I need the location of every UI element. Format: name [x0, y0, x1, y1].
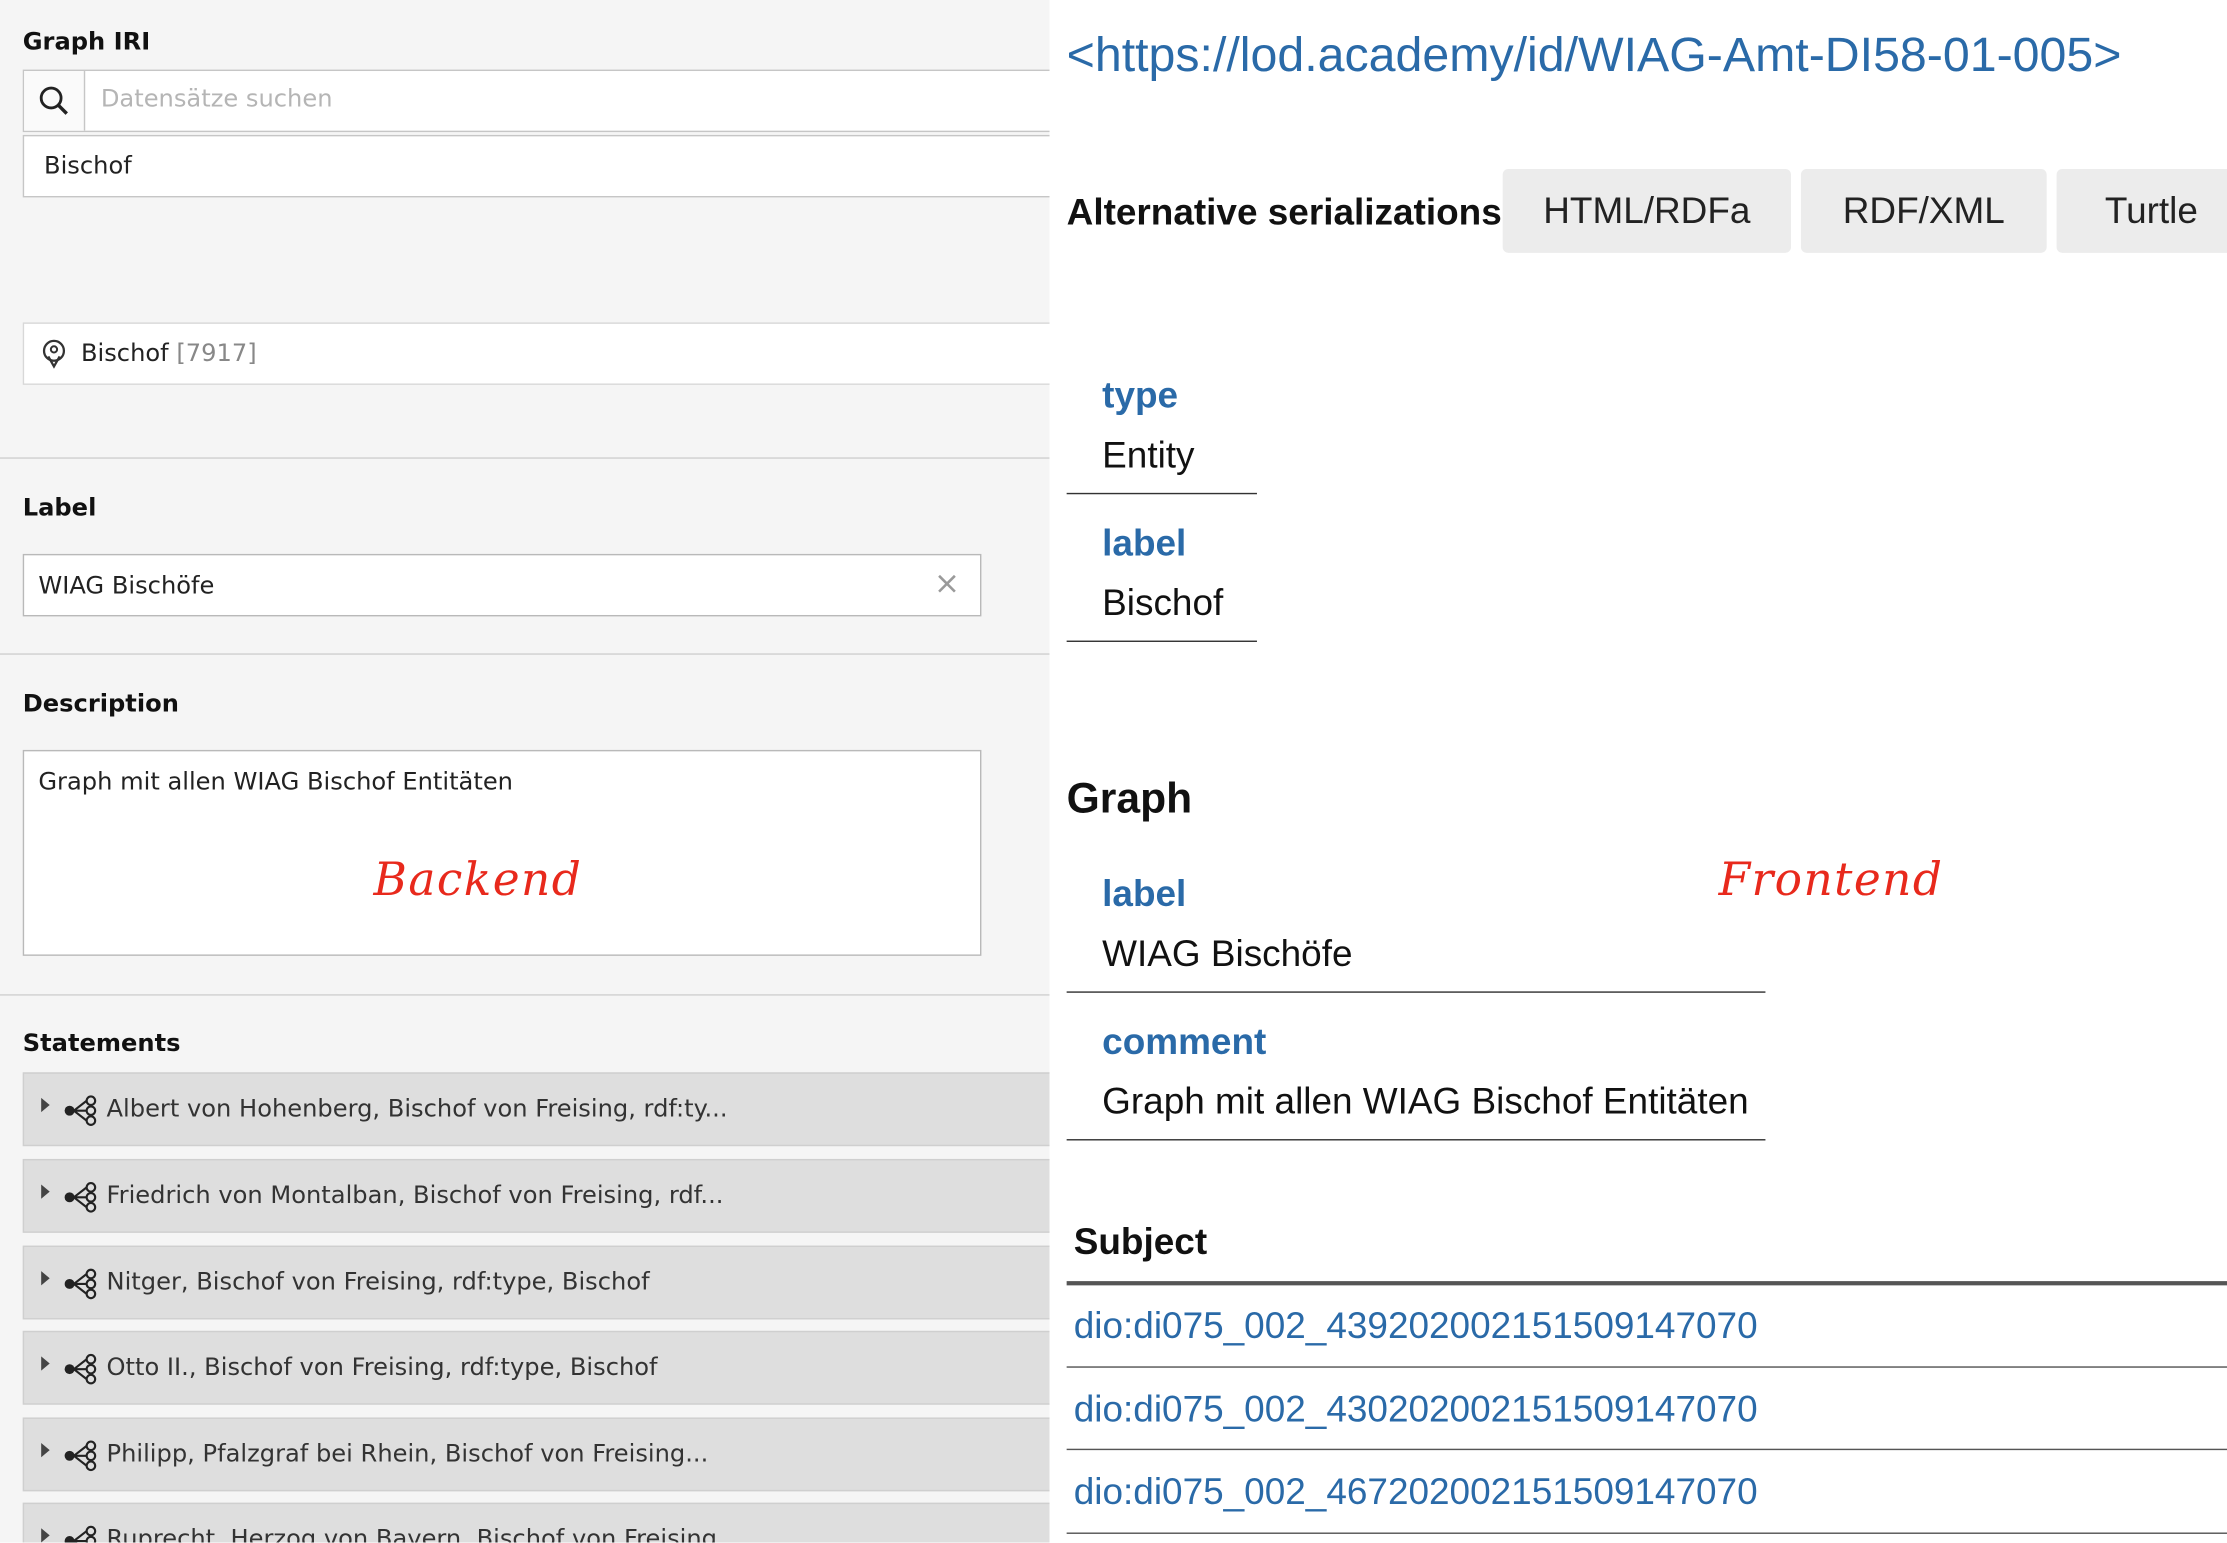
clear-icon[interactable]: ×: [934, 567, 960, 603]
graph-node-icon: [64, 1268, 98, 1306]
description-value: Graph mit allen WIAG Bischof Entitäten: [38, 768, 513, 797]
resource-iri-link[interactable]: <https://lod.academy/id/WIAG-Amt-DI58-01…: [1067, 28, 2122, 83]
expand-caret-icon[interactable]: [41, 1184, 50, 1199]
graph-iri-label: Graph IRI: [22, 28, 151, 57]
alt-serializations-label: Alternative serializations:: [1066, 190, 1515, 233]
graph-iri-value[interactable]: Bischof: [22, 134, 1050, 198]
record-pin-icon: [38, 338, 69, 376]
expand-caret-icon[interactable]: [41, 1443, 50, 1458]
expand-caret-icon[interactable]: [41, 1097, 50, 1113]
statement-row[interactable]: Nitger, Bischof von Freising, rdf:type, …: [22, 1245, 1050, 1320]
property-key: label: [1102, 521, 1187, 564]
graph-label-property: label WIAG Bischöfe: [1066, 861, 1766, 993]
divider: [0, 994, 1050, 996]
turtle-button[interactable]: Turtle: [2056, 169, 2227, 253]
statement-row[interactable]: Otto II., Bischof von Freising, rdf:type…: [22, 1330, 1050, 1405]
record-id: [7917]: [176, 339, 257, 368]
html-rdfa-button[interactable]: HTML/RDFa: [1502, 169, 1791, 253]
record-label: Bischof: [80, 339, 169, 368]
label-input-value: WIAG Bischöfe: [38, 572, 215, 601]
statement-text: Nitger, Bischof von Freising, rdf:type, …: [106, 1268, 650, 1297]
expand-caret-icon[interactable]: [41, 1528, 50, 1543]
record-search-input[interactable]: [98, 83, 1027, 116]
graph-iri-record[interactable]: Bischof [7917]: [22, 322, 1050, 385]
statement-text: Otto II., Bischof von Freising, rdf:type…: [106, 1353, 658, 1382]
subject-link[interactable]: dio:di075_002_4302020021515091470​70: [1074, 1388, 1758, 1432]
property-value: Graph mit allen WIAG Bischof Entitäten: [1102, 1079, 1749, 1123]
property-key: type: [1102, 373, 1179, 417]
property-value: WIAG Bischöfe: [1102, 931, 1353, 975]
subject-link[interactable]: dio:di075_002_4392020021515091470​70: [1074, 1304, 1758, 1348]
graph-heading: Graph: [1066, 775, 1193, 823]
statements-label: Statements: [22, 1029, 181, 1059]
property-value: Bischof: [1102, 580, 1224, 624]
backend-panel: Graph IRI Bischof Bischof [7917] Label W…: [0, 0, 1050, 1543]
description-field-label: Description: [22, 690, 179, 719]
rdf-xml-button[interactable]: RDF/XML: [1800, 169, 2047, 253]
expand-caret-icon[interactable]: [41, 1356, 50, 1371]
row-divider: [1066, 1448, 2227, 1451]
divider: [0, 653, 1050, 655]
label-property: label Bischof: [1066, 510, 1257, 642]
property-key: label: [1102, 872, 1187, 915]
label-field-label: Label: [22, 494, 97, 523]
subject-link[interactable]: dio:di075_002_4672020021515091470​70: [1074, 1470, 1758, 1514]
statement-text: Albert von Hohenberg, Bischof von Freisi…: [106, 1095, 728, 1124]
label-input[interactable]: WIAG Bischöfe ×: [22, 553, 982, 617]
graph-comment-property: comment Graph mit allen WIAG Bischof Ent…: [1066, 1008, 1766, 1141]
graph-node-icon: [64, 1182, 98, 1220]
table-header-rule: [1066, 1281, 2227, 1286]
row-divider: [1066, 1532, 2227, 1534]
subject-heading: Subject: [1073, 1220, 1208, 1263]
statement-row[interactable]: Philipp, Pfalzgraf bei Rhein, Bischof vo…: [22, 1417, 1050, 1492]
expand-caret-icon[interactable]: [41, 1271, 50, 1286]
property-key: comment: [1102, 1019, 1267, 1063]
statement-text: Ruprecht, Herzog von Bayern, Bischof von…: [106, 1525, 718, 1543]
screen: Graph IRI Bischof Bischof [7917] Label W…: [0, 0, 2227, 1543]
record-search-box[interactable]: [22, 69, 1050, 133]
row-divider: [1066, 1366, 2227, 1368]
statement-row[interactable]: Albert von Hohenberg, Bischof von Freisi…: [22, 1072, 1050, 1147]
divider: [0, 457, 1050, 459]
statement-row[interactable]: Friedrich von Montalban, Bischof von Fre…: [22, 1158, 1050, 1233]
property-value: Entity: [1102, 433, 1195, 476]
frontend-panel: <https://lod.academy/id/WIAG-Amt-DI58-01…: [1049, 0, 2227, 1543]
graph-node-icon: [64, 1353, 98, 1392]
graph-node-icon: [64, 1095, 98, 1133]
backend-annotation: Backend: [373, 852, 583, 907]
statement-text: Philipp, Pfalzgraf bei Rhein, Bischof vo…: [106, 1440, 709, 1469]
search-icon[interactable]: [24, 71, 86, 131]
statement-text: Friedrich von Montalban, Bischof von Fre…: [106, 1181, 724, 1211]
graph-node-icon: [64, 1440, 98, 1478]
statement-row[interactable]: Ruprecht, Herzog von Bayern, Bischof von…: [22, 1502, 1050, 1543]
type-property: type Entity: [1066, 362, 1257, 495]
graph-node-icon: [64, 1525, 98, 1543]
